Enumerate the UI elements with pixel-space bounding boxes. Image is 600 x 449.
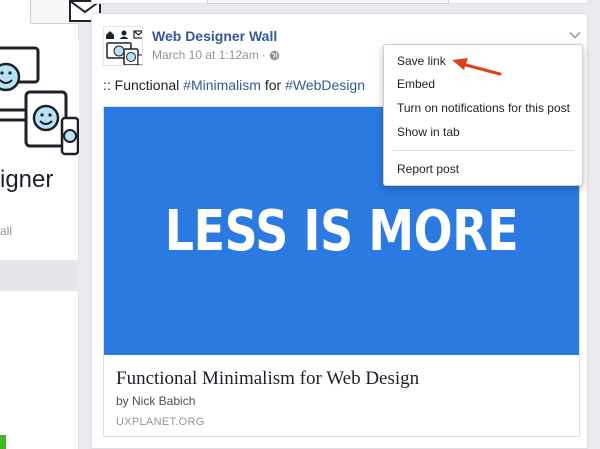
profile-picture[interactable]: [0, 40, 79, 156]
hashtag-minimalism[interactable]: #Minimalism: [183, 77, 261, 93]
menu-item-show-in-tab[interactable]: Show in tab: [384, 121, 582, 143]
annotation-arrow-icon: [452, 58, 502, 76]
menu-divider: [393, 150, 574, 151]
post-message: :: Functional #Minimalism for #WebDesign: [103, 77, 365, 93]
home-icon: [106, 31, 114, 39]
left-sidebar: igner all: [0, 0, 101, 449]
post-page-name[interactable]: Web Designer Wall: [152, 28, 277, 44]
page-avatar[interactable]: [103, 26, 143, 66]
page-username-fragment: all: [0, 224, 13, 238]
link-author: by Nick Babich: [116, 394, 196, 408]
previous-post-button[interactable]: [207, 0, 449, 4]
chevron-down-icon[interactable]: [568, 28, 582, 42]
link-image-text: LESS IS MORE: [164, 198, 519, 264]
post-text-middle: for: [260, 77, 286, 93]
hashtag-webdesign[interactable]: #WebDesign: [285, 77, 365, 93]
message-button[interactable]: [30, 0, 101, 24]
meta-separator: ·: [261, 48, 266, 62]
post-timestamp[interactable]: March 10 at 1:12am: [152, 48, 259, 62]
post-meta: March 10 at 1:12am ·: [152, 48, 280, 62]
link-title[interactable]: Functional Minimalism for Web Design: [116, 368, 419, 390]
profile-card: igner all: [0, 0, 101, 449]
user-icon: [121, 30, 127, 36]
online-indicator: [0, 435, 6, 449]
menu-item-turn-on-notifications[interactable]: Turn on notifications for this post: [384, 97, 582, 119]
link-domain: UXPLANET.ORG: [116, 416, 205, 428]
post-text-prefix: :: Functional: [103, 77, 184, 93]
globe-icon: [269, 50, 280, 60]
sidebar-nav-item[interactable]: [0, 260, 79, 291]
previous-post-edge: [91, 0, 600, 13]
menu-item-report-post[interactable]: Report post: [384, 158, 582, 180]
page-name-fragment: igner: [0, 166, 54, 193]
page-avatar-image: [106, 30, 142, 65]
devices-illustration: [0, 46, 79, 156]
